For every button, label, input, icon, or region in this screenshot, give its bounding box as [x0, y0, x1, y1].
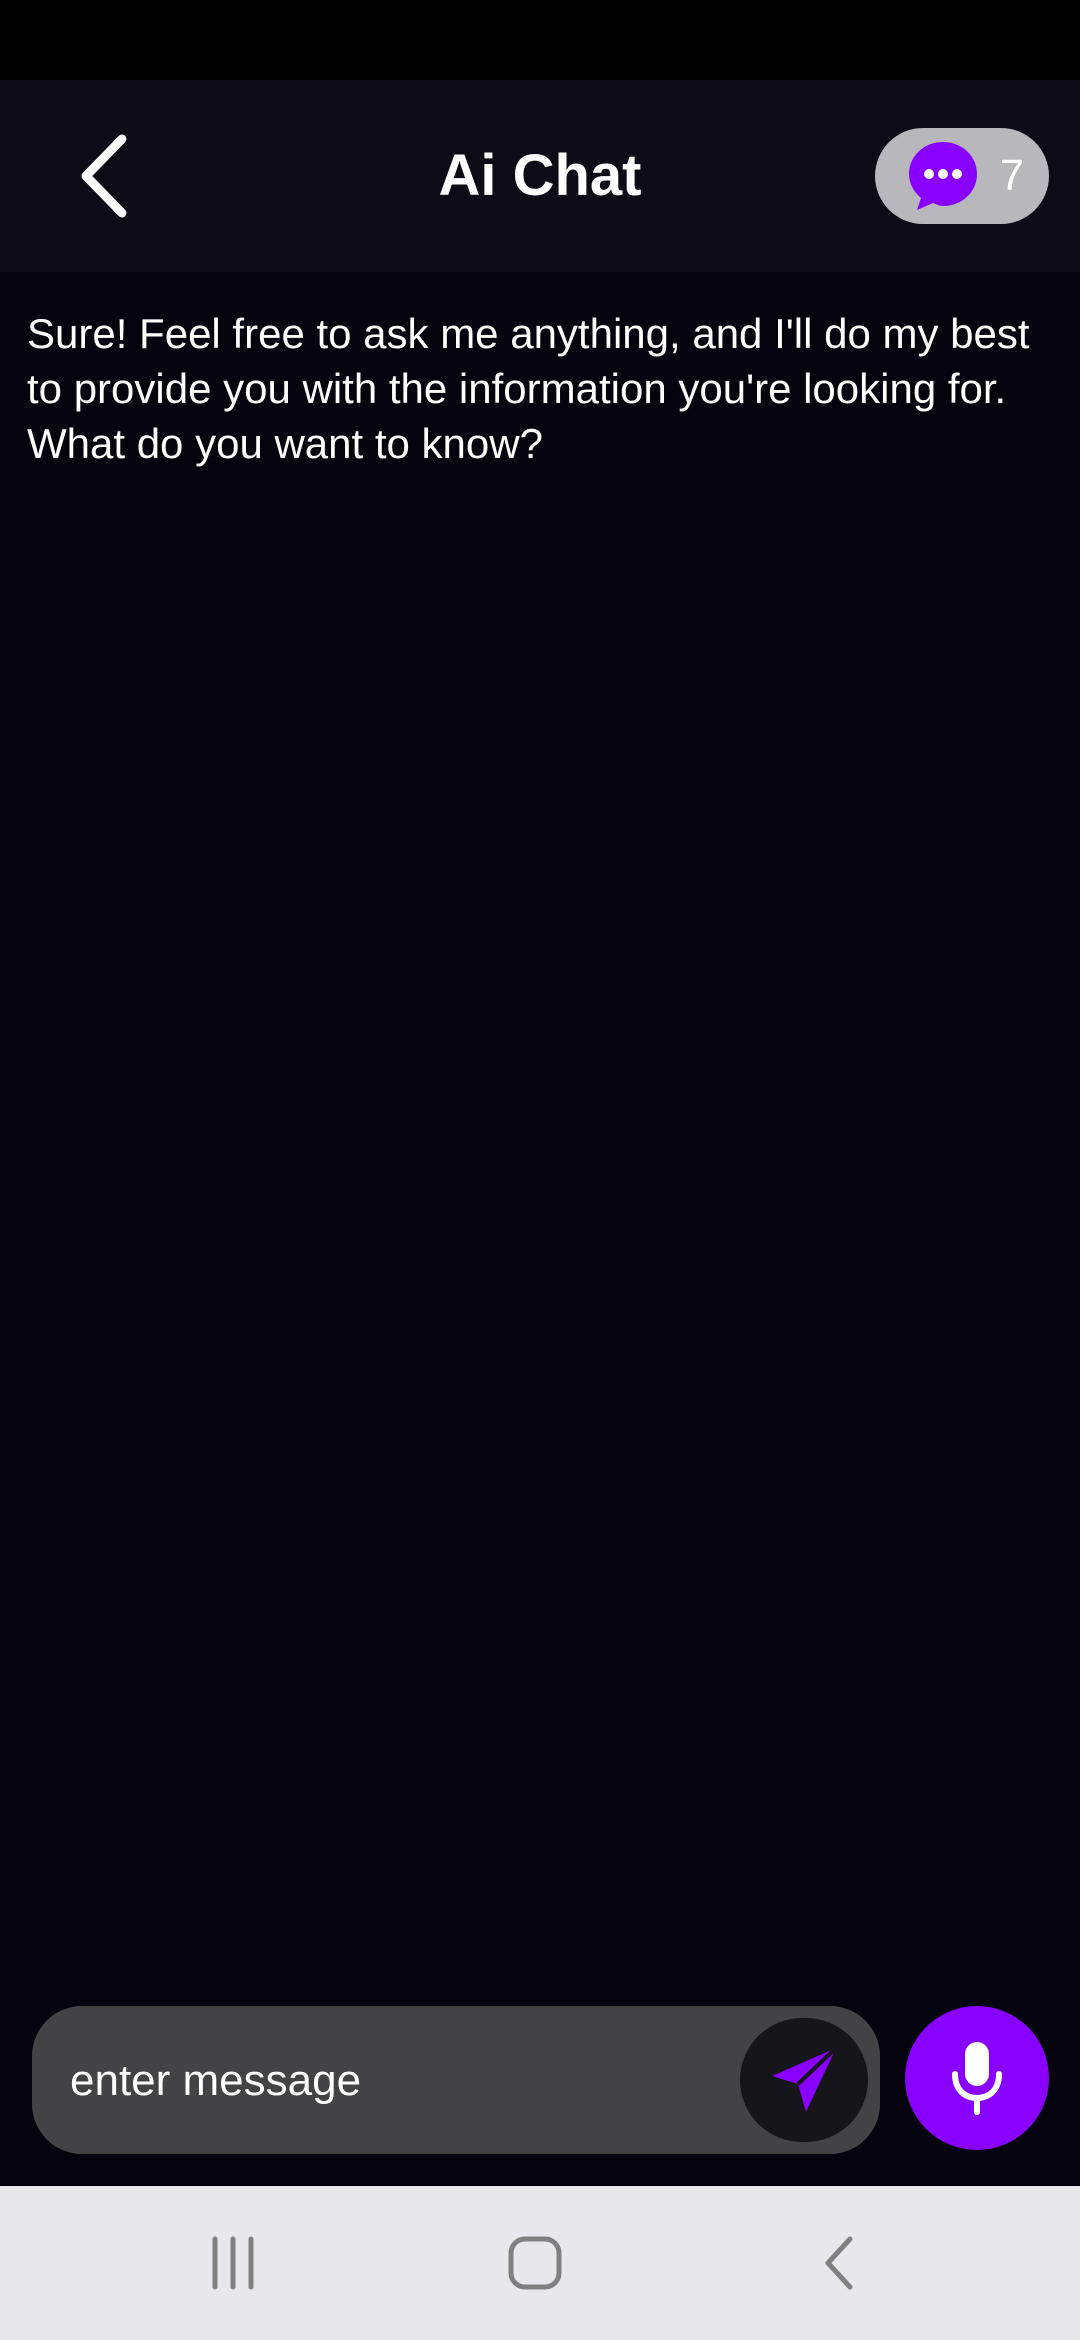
message-input[interactable]: [68, 2030, 752, 2132]
assistant-message: Sure! Feel free to ask me anything, and …: [27, 310, 1030, 467]
send-button[interactable]: [740, 2018, 868, 2142]
status-bar: [0, 0, 1080, 80]
send-icon: [772, 2046, 838, 2112]
system-navigation-bar: [0, 2186, 1080, 2340]
app-header: Ai Chat 7: [0, 80, 1080, 272]
home-icon: [508, 2236, 562, 2290]
page-title: Ai Chat: [438, 143, 642, 208]
message-composer: [32, 2006, 880, 2154]
chat-area[interactable]: Sure! Feel free to ask me anything, and …: [0, 272, 1080, 1992]
recents-icon: [212, 2236, 254, 2290]
chat-screen: Ai Chat 7 Sure! Feel free to ask me anyt…: [0, 0, 1080, 2340]
chat-bubble-icon: [909, 142, 977, 210]
nav-recents-button[interactable]: [183, 2213, 283, 2313]
back-button[interactable]: [48, 120, 160, 232]
chevron-left-icon: [81, 134, 127, 218]
nav-home-button[interactable]: [485, 2213, 585, 2313]
microphone-button[interactable]: [905, 2006, 1049, 2150]
message-credits-badge[interactable]: 7: [875, 128, 1049, 224]
microphone-icon: [952, 2042, 1002, 2115]
credits-count: 7: [999, 151, 1025, 200]
nav-back-button[interactable]: [790, 2213, 890, 2313]
back-icon: [825, 2236, 853, 2290]
